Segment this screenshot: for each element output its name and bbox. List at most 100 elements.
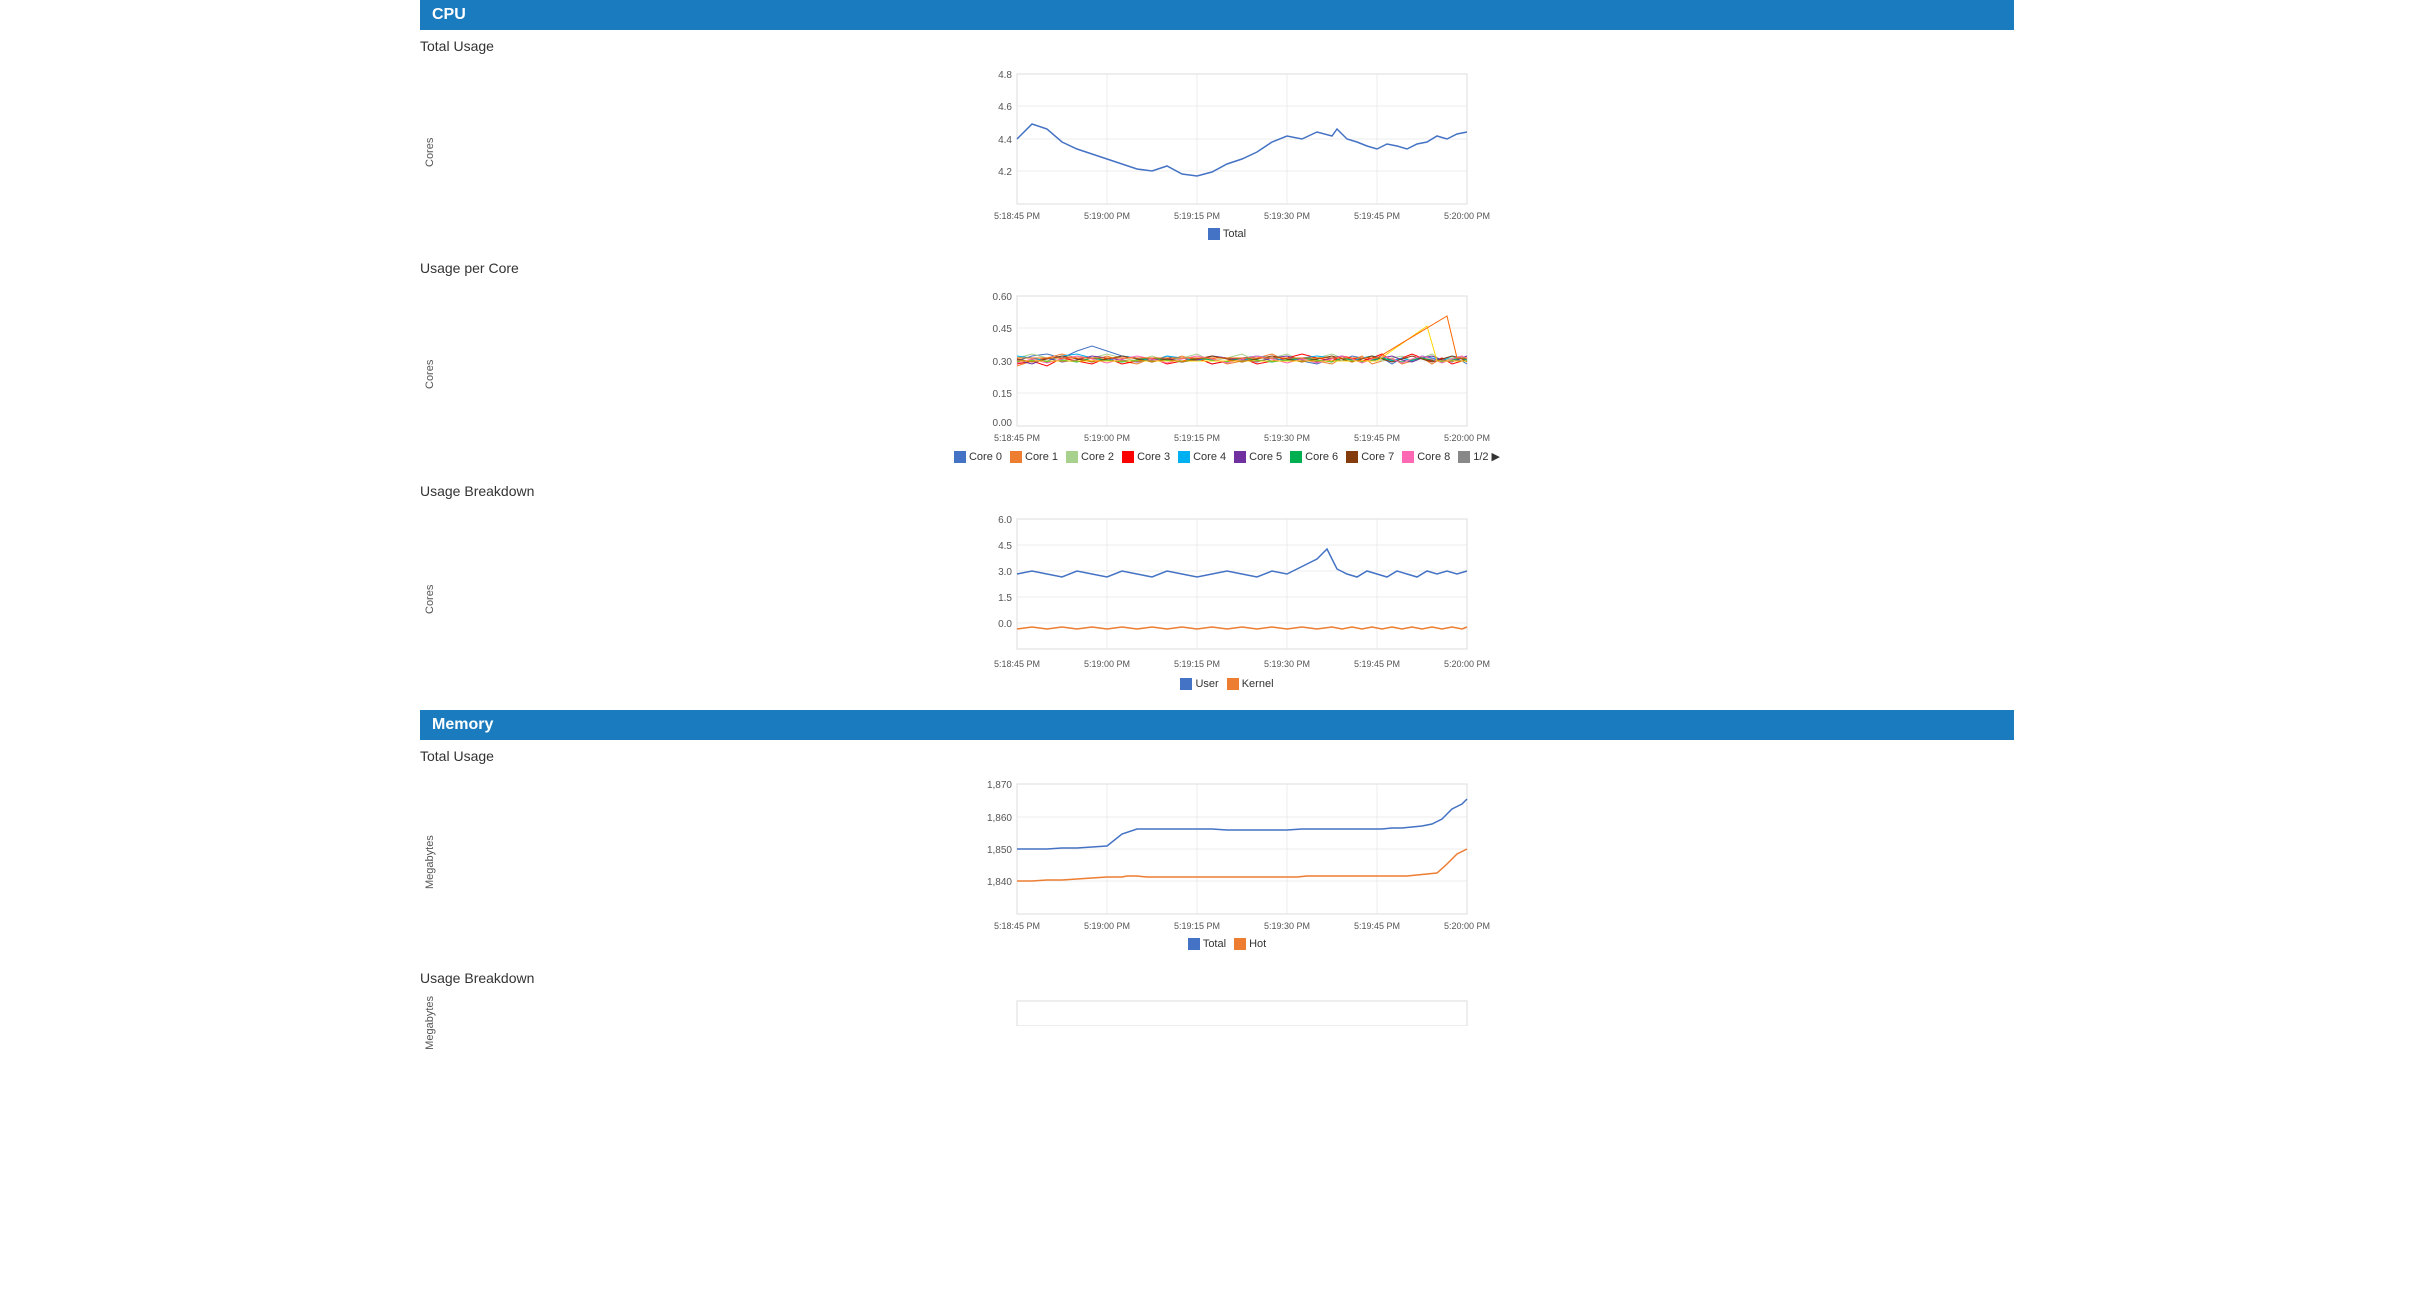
svg-text:1.5: 1.5 [998,593,1012,604]
legend-core3: Core 3 [1122,450,1170,463]
svg-text:5:19:30 PM: 5:19:30 PM [1264,211,1310,221]
legend-core4-label: Core 4 [1193,451,1226,463]
legend-core6: Core 6 [1290,450,1338,463]
svg-text:0.45: 0.45 [993,324,1013,335]
svg-text:5:19:30 PM: 5:19:30 PM [1264,921,1310,931]
cpu-header: CPU [420,0,2014,30]
svg-text:5:19:00 PM: 5:19:00 PM [1084,659,1130,669]
legend-core4: Core 4 [1178,450,1226,463]
legend-core2-color [1066,451,1078,463]
memory-total-chart: Megabytes 1,870 1,860 1,850 1,840 [420,774,2014,950]
memory-breakdown-chart-area [440,996,2014,1050]
legend-user: User [1180,678,1218,690]
legend-core7: Core 7 [1346,450,1394,463]
svg-text:6.0: 6.0 [998,515,1012,526]
legend-core5-color [1234,451,1246,463]
svg-text:4.6: 4.6 [998,102,1012,113]
legend-more-label: 1/2 [1473,451,1488,463]
legend-core5: Core 5 [1234,450,1282,463]
legend-mem-hot-color [1234,938,1246,950]
cpu-breakdown-title: Usage Breakdown [420,483,2014,499]
legend-user-label: User [1195,678,1218,690]
legend-mem-hot-label: Hot [1249,938,1266,950]
legend-core8-color [1402,451,1414,463]
legend-total-color [1208,228,1220,240]
cpu-total-chart-area: 4.8 4.6 4.4 4.2 5:18:45 PM 5:19:00 PM 5:… [440,64,2014,240]
svg-text:5:20:00 PM: 5:20:00 PM [1444,433,1490,443]
memory-breakdown-y-label: Megabytes [420,996,440,1050]
svg-text:1,850: 1,850 [987,845,1012,856]
legend-core1-label: Core 1 [1025,451,1058,463]
cpu-per-core-y-label: Cores [420,286,440,463]
legend-core6-color [1290,451,1302,463]
legend-kernel: Kernel [1227,678,1274,690]
svg-text:5:19:00 PM: 5:19:00 PM [1084,211,1130,221]
svg-text:0.30: 0.30 [993,357,1013,368]
legend-core1-color [1010,451,1022,463]
memory-header: Memory [420,710,2014,740]
svg-text:5:19:30 PM: 5:19:30 PM [1264,659,1310,669]
legend-kernel-color [1227,678,1239,690]
svg-text:5:19:15 PM: 5:19:15 PM [1174,211,1220,221]
cpu-per-core-title: Usage per Core [420,260,2014,276]
legend-mem-total-label: Total [1203,938,1226,950]
legend-core3-label: Core 3 [1137,451,1170,463]
svg-text:1,840: 1,840 [987,877,1012,888]
svg-text:5:18:45 PM: 5:18:45 PM [994,659,1040,669]
cpu-breakdown-chart-area: 6.0 4.5 3.0 1.5 0.0 5:18:45 PM 5:19:00 P… [440,509,2014,690]
legend-core8: Core 8 [1402,450,1450,463]
svg-text:5:20:00 PM: 5:20:00 PM [1444,921,1490,931]
cpu-total-y-label: Cores [420,64,440,240]
legend-more-color [1458,451,1470,463]
memory-total-legend: Total Hot [440,938,2014,950]
legend-core7-label: Core 7 [1361,451,1394,463]
memory-total-chart-area: 1,870 1,860 1,850 1,840 5:18:45 PM 5:19:… [440,774,2014,950]
legend-kernel-label: Kernel [1242,678,1274,690]
svg-text:4.5: 4.5 [998,541,1012,552]
legend-core5-label: Core 5 [1249,451,1282,463]
memory-total-y-label: Megabytes [420,774,440,950]
legend-core2-label: Core 2 [1081,451,1114,463]
page-container: CPU Total Usage Cores [0,0,2434,1309]
svg-text:0.0: 0.0 [998,619,1012,630]
legend-total-label: Total [1223,228,1246,240]
svg-text:4.2: 4.2 [998,167,1012,178]
legend-more[interactable]: 1/2 ▶ [1458,450,1500,463]
svg-text:4.8: 4.8 [998,70,1012,81]
svg-text:5:20:00 PM: 5:20:00 PM [1444,211,1490,221]
cpu-per-core-chart-area: 0.60 0.45 0.30 0.15 0.00 [440,286,2014,463]
legend-core3-color [1122,451,1134,463]
svg-text:5:19:45 PM: 5:19:45 PM [1354,211,1400,221]
svg-text:5:19:45 PM: 5:19:45 PM [1354,433,1400,443]
legend-core0-label: Core 0 [969,451,1002,463]
svg-text:5:19:00 PM: 5:19:00 PM [1084,433,1130,443]
cpu-per-core-chart: Cores 0.60 0.45 0.30 0.15 [420,286,2014,463]
svg-text:5:19:45 PM: 5:19:45 PM [1354,921,1400,931]
svg-text:5:20:00 PM: 5:20:00 PM [1444,659,1490,669]
legend-core7-color [1346,451,1358,463]
svg-text:5:18:45 PM: 5:18:45 PM [994,211,1040,221]
legend-core0: Core 0 [954,450,1002,463]
svg-text:4.4: 4.4 [998,135,1012,146]
svg-text:1,860: 1,860 [987,813,1012,824]
cpu-per-core-legend: Core 0 Core 1 Core 2 Core 3 [440,450,2014,463]
cpu-breakdown-y-label: Cores [420,509,440,690]
memory-breakdown-title: Usage Breakdown [420,970,2014,986]
legend-core8-label: Core 8 [1417,451,1450,463]
legend-user-color [1180,678,1192,690]
svg-text:5:19:30 PM: 5:19:30 PM [1264,433,1310,443]
legend-total: Total [1208,228,1246,240]
svg-text:0.00: 0.00 [993,418,1013,429]
legend-more-arrow: ▶ [1492,450,1500,463]
cpu-total-usage-chart: Cores 4.8 [420,64,2014,240]
svg-text:1,870: 1,870 [987,780,1012,791]
svg-text:0.15: 0.15 [993,389,1013,400]
legend-mem-total-color [1188,938,1200,950]
legend-mem-total: Total [1188,938,1226,950]
svg-text:5:19:45 PM: 5:19:45 PM [1354,659,1400,669]
svg-text:5:19:00 PM: 5:19:00 PM [1084,921,1130,931]
svg-text:5:19:15 PM: 5:19:15 PM [1174,921,1220,931]
svg-text:5:19:15 PM: 5:19:15 PM [1174,433,1220,443]
memory-breakdown-chart: Megabytes [420,996,2014,1050]
legend-core0-color [954,451,966,463]
